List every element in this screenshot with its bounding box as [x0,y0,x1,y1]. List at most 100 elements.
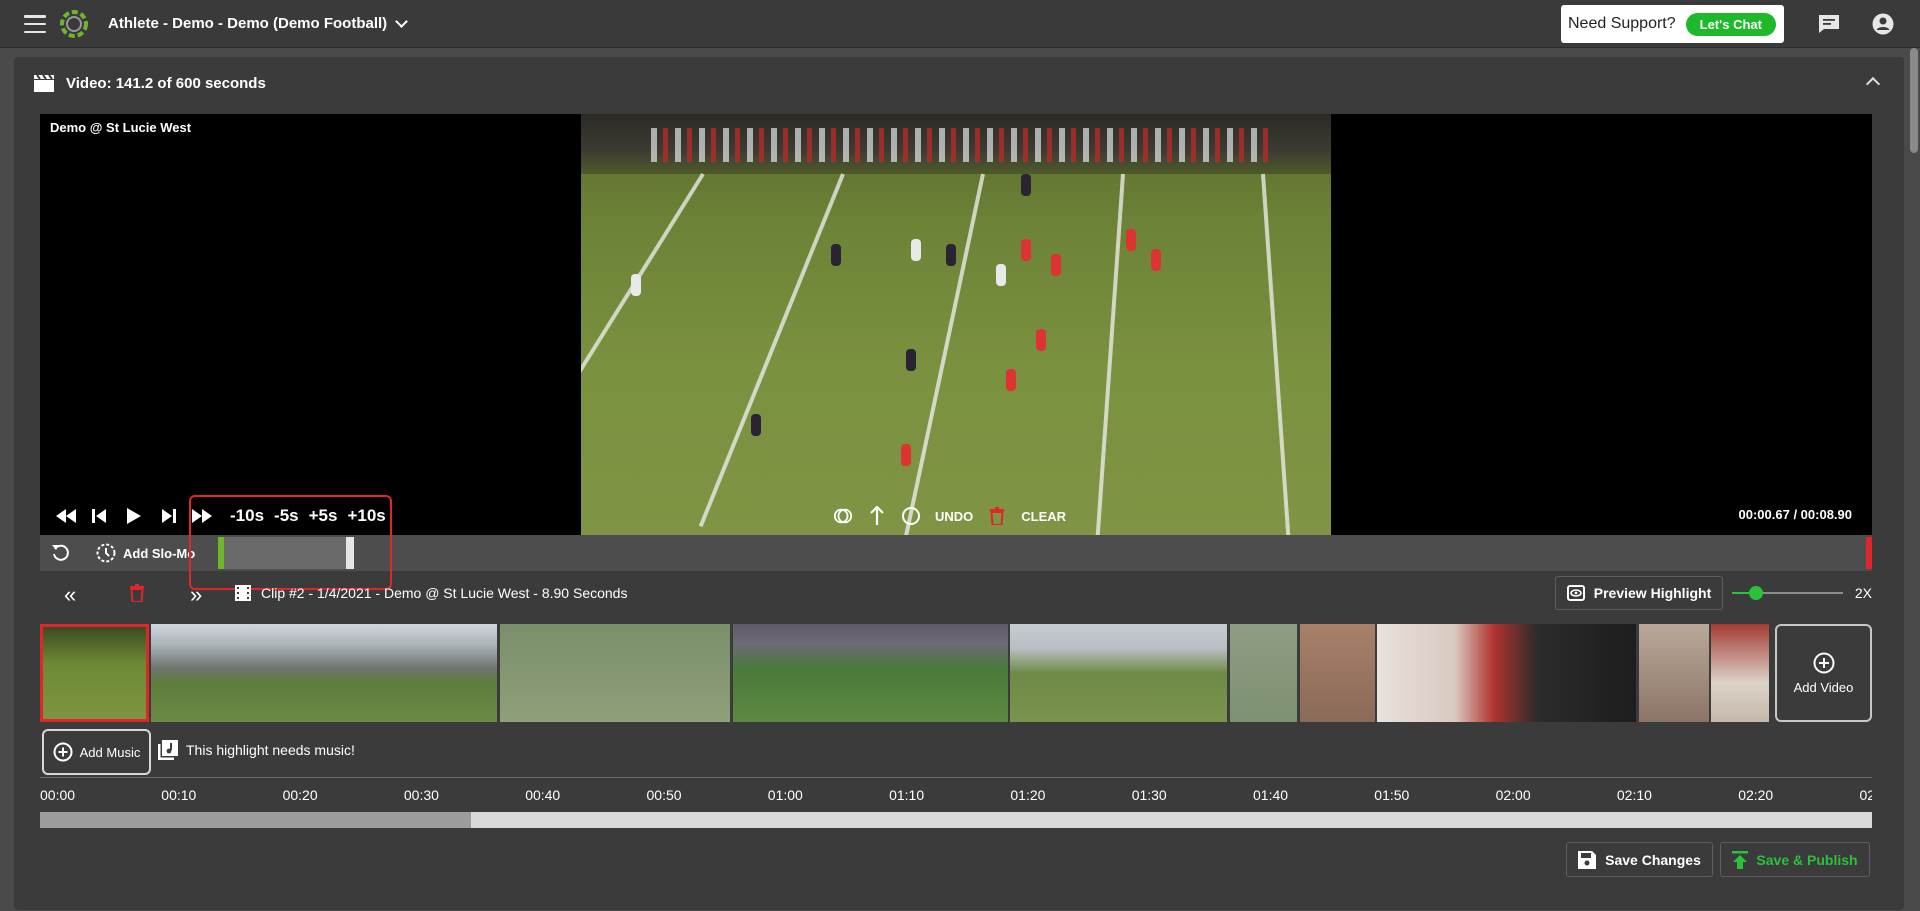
music-warning: This highlight needs music! [186,742,355,758]
timeline-played [40,812,471,828]
skip-buttons: -10s -5s +5s +10s [230,506,386,526]
clapperboard-icon [34,75,54,92]
top-bar: Athlete - Demo - Demo (Demo Football) Ne… [0,0,1920,48]
step-forward-icon[interactable] [158,506,178,526]
previous-clip-icon[interactable]: « [64,582,76,608]
music-status: This highlight needs music! [158,740,355,760]
lets-chat-button[interactable]: Let's Chat [1685,12,1776,36]
timeline-tick: 00:20 [282,787,318,803]
skip-forward-5-button[interactable]: +5s [309,506,338,526]
team-selector[interactable]: Athlete - Demo - Demo (Demo Football) [108,15,409,32]
timeline-tick: 00:40 [525,787,561,803]
preview-icon [1566,585,1585,601]
video-title: Demo @ St Lucie West [50,120,192,135]
timeline-tick: 01:30 [1131,787,1167,803]
add-music-label: Add Music [79,744,141,760]
trim-end-handle[interactable] [346,537,354,569]
clip-thumbnail[interactable] [151,624,497,722]
trim-start-handle[interactable] [218,537,224,569]
clip-thumbnail[interactable] [1711,624,1769,722]
trim-track[interactable] [218,537,354,569]
plus-circle-icon [53,742,73,762]
fast-forward-icon[interactable] [192,506,212,526]
save-changes-button[interactable]: Save Changes [1566,842,1713,877]
clip-thumbnail-strip: Add Video [40,624,1872,722]
clip-thumbnail[interactable] [40,624,149,722]
clip-thumbnail[interactable] [1377,624,1636,722]
add-slomo-label: Add Slo-Mo [123,545,196,561]
speed-label: 2X [1854,585,1872,601]
chevron-up-icon[interactable] [1865,76,1881,92]
spotlight-tool-icon[interactable] [833,506,853,526]
playback-controls: -10s -5s +5s +10s [56,506,386,526]
timeline-progress-bar[interactable] [40,812,1872,828]
clip-thumbnail[interactable] [1300,624,1375,722]
add-music-button[interactable]: Add Music [42,729,151,775]
timeline-tick: 01:20 [1010,787,1046,803]
add-video-label: Add Video [1793,679,1854,695]
page-scrollbar[interactable] [1908,48,1920,911]
arrow-tool-icon[interactable] [867,506,887,526]
drawing-tools: UNDO CLEAR [833,506,1066,526]
clip-thumbnail[interactable] [1010,624,1227,722]
app-logo-icon[interactable] [58,8,90,40]
clip-thumbnail[interactable] [1230,624,1297,722]
speed-slider[interactable] [1732,586,1843,600]
account-icon[interactable] [1872,13,1894,35]
save-and-publish-button[interactable]: Save & Publish [1720,842,1870,877]
rewind-icon[interactable] [56,506,76,526]
timeline-tick: 02:20 [1738,787,1774,803]
clip-info: Clip #2 - 1/4/2021 - Demo @ St Lucie Wes… [235,585,627,601]
save-icon [1578,850,1597,869]
timeline-tick: 00:10 [161,787,197,803]
play-icon[interactable] [124,506,144,526]
trash-icon[interactable] [987,506,1007,526]
film-icon [235,585,251,601]
timeline-tick: 01:50 [1374,787,1410,803]
add-video-button[interactable]: Add Video [1775,624,1872,722]
timeline-tick: 01:10 [889,787,925,803]
skip-forward-10-button[interactable]: +10s [347,506,385,526]
timeline-tick: 02:00 [1495,787,1531,803]
panel-header: Video: 141.2 of 600 seconds [34,75,266,92]
clip-thumbnail[interactable] [1639,624,1709,722]
timeline-tick: 01:40 [1253,787,1289,803]
timeline-tick: 00:30 [403,787,439,803]
video-player[interactable]: Demo @ St Lucie West -10s -5s +5s +10s U… [40,114,1872,535]
end-marker [1866,537,1872,569]
hamburger-menu-icon[interactable] [24,15,46,33]
skip-back-5-button[interactable]: -5s [274,506,299,526]
skip-back-10-button[interactable]: -10s [230,506,264,526]
video-frame [581,114,1331,535]
clip-label: Clip #2 - 1/4/2021 - Demo @ St Lucie Wes… [261,585,628,601]
timeline-tick: 02:10 [1616,787,1652,803]
clip-thumbnail[interactable] [500,624,730,722]
clip-thumbnail[interactable] [733,624,1008,722]
clear-button[interactable]: CLEAR [1021,509,1066,524]
time-readout: 00:00.67 / 00:08.90 [1738,507,1852,522]
slomo-icon [96,543,116,563]
add-slomo-button[interactable]: Add Slo-Mo [96,543,195,563]
timeline-tick: 01:00 [767,787,803,803]
preview-label: Preview Highlight [1593,585,1712,601]
publish-label: Save & Publish [1756,851,1858,868]
timeline-tick: 02:30 [1859,787,1873,803]
message-icon[interactable] [1818,14,1840,34]
speed-slider-knob[interactable] [1749,586,1764,600]
reset-icon[interactable] [51,543,71,563]
undo-button[interactable]: UNDO [935,509,973,524]
next-clip-icon[interactable]: » [190,582,202,608]
scrollbar-thumb[interactable] [1910,48,1918,153]
circle-tool-icon[interactable] [901,506,921,526]
step-back-icon[interactable] [90,506,110,526]
slomo-trim-bar: Add Slo-Mo [40,535,1872,571]
timeline-tick: 00:00 [40,787,76,803]
timeline-tick: 00:50 [646,787,682,803]
timeline-ticks: 00:00 00:10 00:20 00:30 00:40 00:50 01:00 01:10… [40,787,1872,805]
clip-toolbar: « » Clip #2 - 1/4/2021 - Demo @ St Lucie… [40,576,1872,612]
panel-title: Video: 141.2 of 600 seconds [66,75,266,92]
preview-highlight-button[interactable]: Preview Highlight [1555,576,1723,610]
delete-clip-icon[interactable] [130,584,144,602]
support-label: Need Support? [1568,15,1676,32]
timeline-divider [40,777,1872,778]
